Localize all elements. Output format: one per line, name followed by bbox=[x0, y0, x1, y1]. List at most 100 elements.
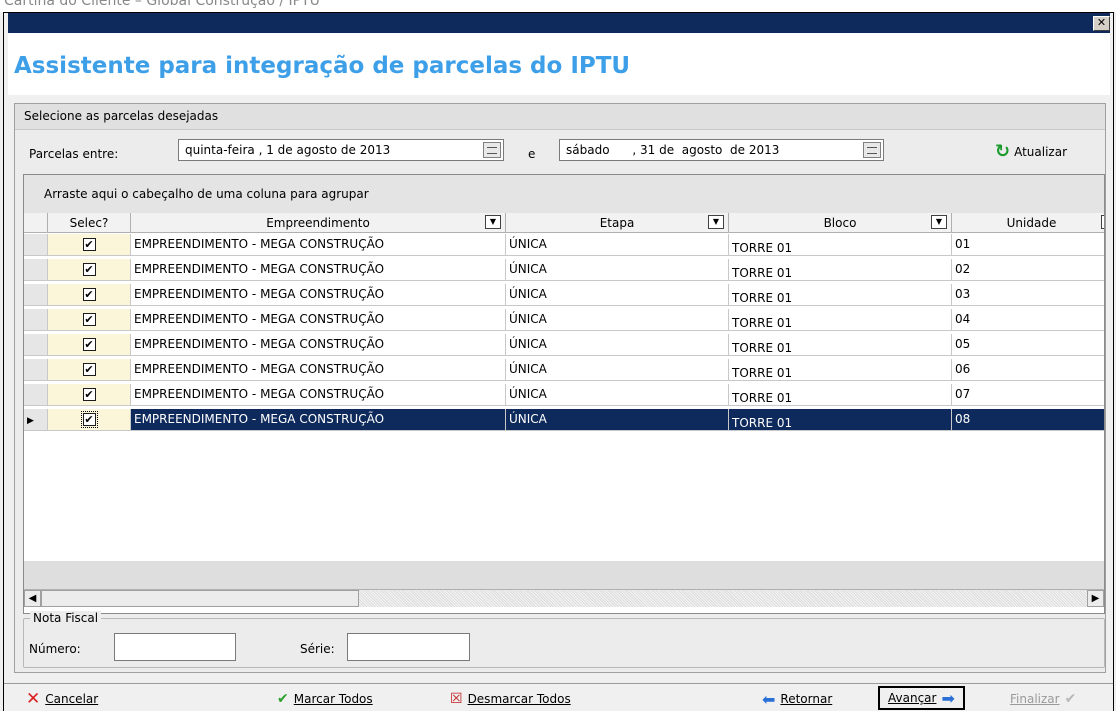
background-window-title-text: Cartina do Cliente – Global Construção /… bbox=[4, 0, 320, 9]
column-header-label: Bloco bbox=[823, 216, 857, 230]
close-button[interactable]: ✕ bbox=[1093, 16, 1110, 31]
select-cell[interactable]: ✔ bbox=[48, 409, 131, 431]
select-cell[interactable]: ✔ bbox=[48, 334, 131, 356]
column-header-label: Selec? bbox=[69, 216, 109, 230]
select-cell[interactable]: ✔ bbox=[48, 384, 131, 406]
empreendimento-cell: EMPREENDIMENTO - MEGA CONSTRUÇÃO bbox=[131, 284, 506, 306]
empreendimento-cell: EMPREENDIMENTO - MEGA CONSTRUÇÃO bbox=[131, 259, 506, 281]
panel-heading: Selecione as parcelas desejadas bbox=[15, 104, 1105, 130]
column-header-bloco[interactable]: Bloco ▼ bbox=[729, 213, 952, 233]
unmark-all-icon: ☒ bbox=[450, 691, 463, 707]
unidade-cell: 04 bbox=[952, 309, 1104, 331]
refresh-button[interactable]: ↻ Atualizar bbox=[995, 143, 1068, 161]
select-checkbox[interactable]: ✔ bbox=[82, 238, 96, 251]
select-checkbox[interactable]: ✔ bbox=[82, 363, 96, 376]
scrollbar-thumb[interactable] bbox=[41, 590, 359, 607]
date-to-spinner[interactable] bbox=[863, 142, 881, 158]
empreendimento-cell: EMPREENDIMENTO - MEGA CONSTRUÇÃO bbox=[131, 334, 506, 356]
etapa-cell: ÚNICA bbox=[506, 384, 729, 406]
scroll-right-icon[interactable]: ▶ bbox=[1087, 590, 1104, 607]
select-cell[interactable]: ✔ bbox=[48, 359, 131, 381]
column-header-empreendimento[interactable]: Empreendimento ▼ bbox=[131, 213, 506, 233]
unidade-cell: 06 bbox=[952, 359, 1104, 381]
etapa-cell: ÚNICA bbox=[506, 234, 729, 256]
select-checkbox[interactable]: ✔ bbox=[82, 263, 96, 276]
date-to-value: sábado , 31 de agosto de 2013 bbox=[566, 143, 780, 157]
column-header-unidade[interactable]: Unidade ▼ bbox=[952, 213, 1104, 233]
table-row[interactable]: ✔ EMPREENDIMENTO - MEGA CONSTRUÇÃO ÚNICA TO… bbox=[24, 259, 1104, 281]
filter-dropdown-icon[interactable]: ▼ bbox=[485, 215, 501, 229]
current-row-pointer-icon: ▶ bbox=[27, 416, 34, 426]
wizard-title: Assistente para integração de parcelas d… bbox=[14, 53, 631, 79]
horizontal-scrollbar[interactable]: ◀ ▶ bbox=[24, 589, 1104, 607]
table-row[interactable]: ✔ EMPREENDIMENTO - MEGA CONSTRUÇÃO ÚNICA TO… bbox=[24, 284, 1104, 306]
unmark-all-button[interactable]: ☒ Desmarcar Todos bbox=[450, 689, 571, 709]
group-by-area[interactable]: Arraste aqui o cabeçalho de uma coluna p… bbox=[24, 175, 1104, 213]
unidade-cell: 02 bbox=[952, 259, 1104, 281]
cancel-icon: ✕ bbox=[26, 689, 41, 709]
date-connector-label: e bbox=[528, 147, 536, 161]
mark-all-icon: ✔ bbox=[277, 691, 289, 707]
bloco-cell: TORRE 01 bbox=[729, 409, 952, 431]
select-checkbox[interactable]: ✔ bbox=[82, 313, 96, 326]
scroll-left-icon[interactable]: ◀ bbox=[24, 590, 41, 607]
row-indicator-header bbox=[24, 213, 48, 233]
select-cell[interactable]: ✔ bbox=[48, 259, 131, 281]
cancel-button[interactable]: ✕ Cancelar bbox=[26, 689, 98, 709]
next-button[interactable]: Avançar ➡ bbox=[878, 686, 965, 710]
date-to-picker[interactable]: sábado , 31 de agosto de 2013 bbox=[559, 139, 884, 161]
table-row[interactable]: ✔ EMPREENDIMENTO - MEGA CONSTRUÇÃO ÚNICA TO… bbox=[24, 309, 1104, 331]
row-indicator bbox=[24, 284, 48, 306]
etapa-cell: ÚNICA bbox=[506, 309, 729, 331]
table-row[interactable]: ✔ EMPREENDIMENTO - MEGA CONSTRUÇÃO ÚNICA TO… bbox=[24, 384, 1104, 406]
back-button[interactable]: ⬅ Retornar bbox=[762, 689, 832, 709]
filter-label: Parcelas entre: bbox=[29, 147, 119, 161]
unidade-cell: 08 bbox=[952, 409, 1104, 431]
back-label: Retornar bbox=[780, 692, 833, 706]
table-row[interactable]: ✔ EMPREENDIMENTO - MEGA CONSTRUÇÃO ÚNICA TO… bbox=[24, 334, 1104, 356]
wizard-dialog: ✕ Assistente para integração de parcelas… bbox=[3, 12, 1114, 711]
etapa-cell: ÚNICA bbox=[506, 359, 729, 381]
numero-input[interactable] bbox=[114, 633, 236, 661]
cancel-label: Cancelar bbox=[45, 692, 99, 706]
filter-dropdown-icon[interactable]: ▼ bbox=[1101, 215, 1104, 229]
nota-fiscal-legend: Nota Fiscal bbox=[30, 611, 102, 625]
bloco-cell: TORRE 01 bbox=[729, 359, 952, 381]
dialog-titlebar: ✕ bbox=[8, 13, 1110, 33]
finish-button[interactable]: Finalizar ✔ bbox=[1010, 689, 1076, 709]
row-indicator bbox=[24, 234, 48, 256]
refresh-label: Atualizar bbox=[1014, 145, 1068, 159]
etapa-cell: ÚNICA bbox=[506, 259, 729, 281]
mark-all-label: Marcar Todos bbox=[293, 692, 373, 706]
select-cell[interactable]: ✔ bbox=[48, 234, 131, 256]
next-label: Avançar bbox=[888, 691, 937, 705]
serie-input[interactable] bbox=[347, 633, 470, 661]
bloco-cell: TORRE 01 bbox=[729, 384, 952, 406]
column-header-etapa[interactable]: Etapa ▼ bbox=[506, 213, 729, 233]
unidade-cell: 07 bbox=[952, 384, 1104, 406]
column-header-label: Etapa bbox=[599, 216, 635, 230]
column-header-label: Empreendimento bbox=[266, 216, 370, 230]
date-from-spinner[interactable] bbox=[483, 142, 501, 158]
select-cell[interactable]: ✔ bbox=[48, 284, 131, 306]
row-indicator bbox=[24, 334, 48, 356]
wizard-header: Assistente para integração de parcelas d… bbox=[8, 33, 1110, 95]
finish-check-icon: ✔ bbox=[1064, 691, 1077, 707]
select-cell[interactable]: ✔ bbox=[48, 309, 131, 331]
date-from-picker[interactable]: quinta-feira , 1 de agosto de 2013 bbox=[178, 139, 504, 161]
select-checkbox[interactable]: ✔ bbox=[80, 411, 98, 428]
table-row[interactable]: ▶ ✔ EMPREENDIMENTO - MEGA CONSTRUÇÃO ÚNICA T… bbox=[24, 409, 1104, 431]
table-row[interactable]: ✔ EMPREENDIMENTO - MEGA CONSTRUÇÃO ÚNICA TO… bbox=[24, 359, 1104, 381]
unidade-cell: 03 bbox=[952, 284, 1104, 306]
column-header-selec[interactable]: Selec? bbox=[48, 213, 131, 233]
nota-fiscal-group: Nota Fiscal Número: Série: bbox=[23, 611, 1105, 668]
empreendimento-cell: EMPREENDIMENTO - MEGA CONSTRUÇÃO bbox=[131, 359, 506, 381]
select-checkbox[interactable]: ✔ bbox=[82, 338, 96, 351]
select-checkbox[interactable]: ✔ bbox=[82, 388, 96, 401]
table-row[interactable]: ✔ EMPREENDIMENTO - MEGA CONSTRUÇÃO ÚNICA TO… bbox=[24, 234, 1104, 256]
mark-all-button[interactable]: ✔ Marcar Todos bbox=[277, 689, 373, 709]
filter-dropdown-icon[interactable]: ▼ bbox=[708, 215, 724, 229]
etapa-cell: ÚNICA bbox=[506, 334, 729, 356]
filter-dropdown-icon[interactable]: ▼ bbox=[931, 215, 947, 229]
select-checkbox[interactable]: ✔ bbox=[82, 288, 96, 301]
